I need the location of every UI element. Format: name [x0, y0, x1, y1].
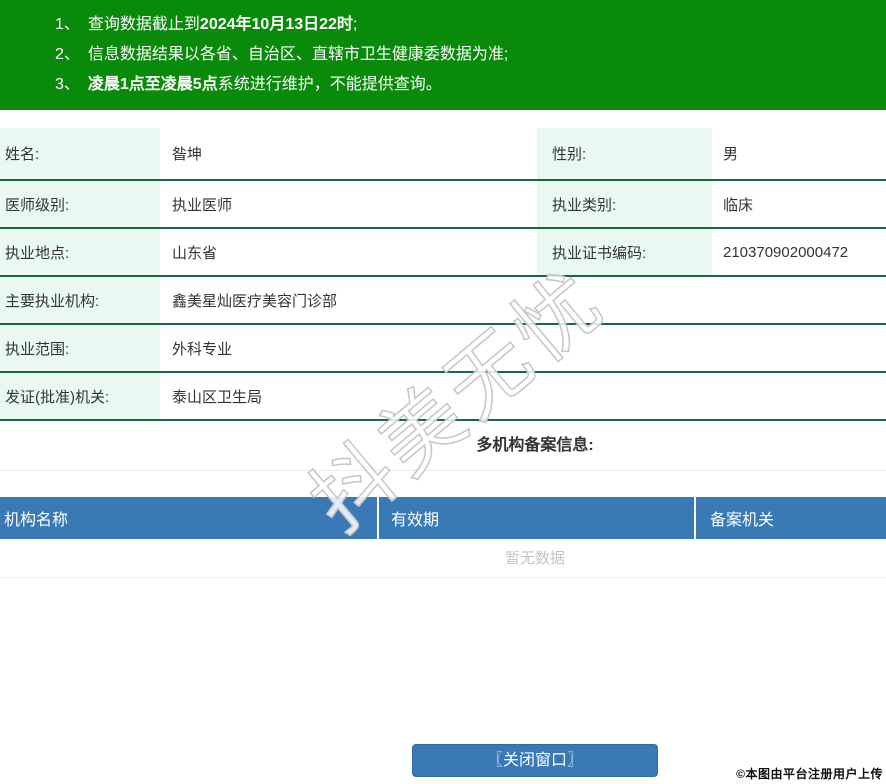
info-label-main-org: 主要执业机构: [0, 277, 160, 323]
info-row-issuing-authority: 发证(批准)机关: 泰山区卫生局 [0, 373, 886, 421]
notice-banner: 1、 查询数据截止到2024年10月13日22时; 2、 信息数据结果以各省、自治区… [0, 0, 886, 110]
query-result-page: 1、 查询数据截止到2024年10月13日22时; 2、 信息数据结果以各省、自治区… [0, 0, 886, 784]
info-label-category: 执业类别: [537, 181, 712, 227]
info-row-name-gender: 姓名: 昝坤 性别: 男 [0, 128, 886, 181]
notice-number: 1、 [55, 16, 80, 33]
notice-text: 信息数据结果以各省、自治区、直辖市卫生健康委数据为准; [87, 46, 509, 63]
info-label-scope: 执业范围: [0, 325, 160, 371]
notice-text: 查询数据截止到 [87, 16, 200, 33]
notice-number: 3、 [55, 76, 80, 93]
notice-line-2: 2、 信息数据结果以各省、自治区、直辖市卫生健康委数据为准; [55, 40, 886, 70]
notice-text-bold: 2024年10月13日22时 [199, 16, 353, 33]
info-row-location-certno: 执业地点: 山东省 执业证书编码: 210370902000472 [0, 229, 886, 277]
info-label-name: 姓名: [0, 128, 160, 179]
info-value-category: 临床 [723, 196, 754, 214]
notice-text-bold: 凌晨1点至凌晨5点 [87, 76, 218, 93]
notice-line-3: 3、 凌晨1点至凌晨5点系统进行维护，不能提供查询。 [55, 70, 886, 100]
close-window-button[interactable]: 〖关闭窗口〗 [412, 744, 658, 777]
info-value-name: 昝坤 [172, 146, 203, 163]
notice-text: ; [352, 16, 358, 33]
info-label-cert-number: 执业证书编码: [537, 229, 712, 275]
info-value-scope: 外科专业 [172, 340, 233, 358]
content-sheet: 1、 查询数据截止到2024年10月13日22时; 2、 信息数据结果以各省、自治区… [0, 0, 886, 777]
info-value-cert-number: 210370902000472 [723, 243, 849, 261]
info-row-main-org: 主要执业机构: 鑫美星灿医疗美容门诊部 [0, 277, 886, 325]
filing-col-filing-authority: 备案机关 [694, 497, 886, 539]
filing-empty-state: 暂无数据 [0, 539, 886, 578]
filing-table-header: 机构名称 有效期 备案机关 [0, 497, 886, 539]
info-label-issuing-authority: 发证(批准)机关: [0, 373, 160, 419]
upload-stamp: ©本图由平台注册用户上传 [736, 767, 883, 781]
notice-number: 2、 [55, 46, 80, 63]
info-row-scope: 执业范围: 外科专业 [0, 325, 886, 373]
info-label-level: 医师级别: [0, 181, 160, 227]
info-value-issuing-authority: 泰山区卫生局 [172, 388, 263, 406]
info-value-main-org: 鑫美星灿医疗美容门诊部 [172, 292, 338, 310]
filing-col-validity: 有效期 [377, 497, 694, 539]
info-row-level-category: 医师级别: 执业医师 执业类别: 临床 [0, 181, 886, 229]
notice-line-1: 1、 查询数据截止到2024年10月13日22时; [55, 10, 886, 40]
practitioner-info-table: 姓名: 昝坤 性别: 男 医师级别: 执业医师 执业类别: 临床 执业地点: 山… [0, 128, 886, 421]
info-value-gender: 男 [723, 146, 739, 163]
filing-table: 机构名称 有效期 备案机关 暂无数据 [0, 497, 886, 578]
info-value-location: 山东省 [172, 244, 218, 262]
info-label-gender: 性别: [537, 128, 712, 179]
filing-col-org-name: 机构名称 [4, 512, 69, 529]
info-label-location: 执业地点: [0, 229, 160, 275]
info-value-level: 执业医师 [172, 196, 233, 214]
multi-org-filing-heading: 多机构备案信息: [0, 421, 886, 471]
notice-text: 系统进行维护，不能提供查询。 [217, 76, 442, 93]
